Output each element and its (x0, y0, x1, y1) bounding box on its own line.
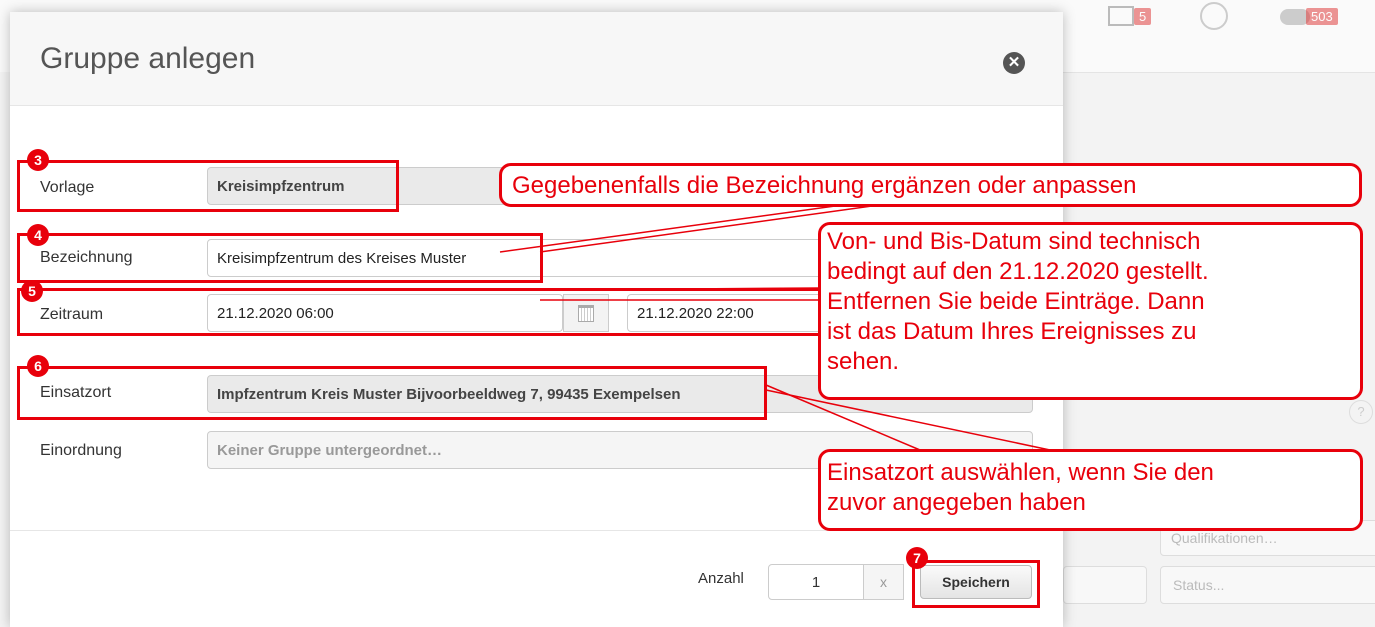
highlight-vorlage (17, 160, 399, 212)
highlight-speichern (912, 560, 1040, 608)
callout-datum-line-3: Entfernen Sie beide Einträge. Dann (827, 288, 1205, 315)
marker-3: 3 (27, 149, 49, 171)
marker-4: 4 (27, 224, 49, 246)
highlight-bezeichnung (17, 233, 543, 283)
marker-6: 6 (27, 355, 49, 377)
callout-einsatzort-line-1: Einsatzort auswählen, wenn Sie den (827, 459, 1214, 486)
marker-7: 7 (906, 547, 928, 569)
callout-datum-line-1: Von- und Bis-Datum sind technisch (827, 228, 1201, 255)
callout-datum: Von- und Bis-Datum sind technisch beding… (818, 222, 1363, 400)
callout-bezeichnung: Gegebenenfalls die Bezeichnung ergänzen … (499, 163, 1362, 207)
callout-einsatzort-line-2: zuvor angegeben haben (827, 489, 1086, 516)
marker-5: 5 (21, 280, 43, 302)
callout-datum-line-5: sehen. (827, 348, 900, 375)
callout-datum-line-4: ist das Datum Ihres Ereignisses zu (827, 318, 1197, 345)
callout-einsatzort: Einsatzort auswählen, wenn Sie den zuvor… (818, 449, 1363, 531)
highlight-einsatzort (17, 366, 767, 420)
callout-datum-line-2: bedingt auf den 21.12.2020 gestellt. (827, 258, 1209, 285)
highlight-zeitraum (17, 288, 823, 336)
